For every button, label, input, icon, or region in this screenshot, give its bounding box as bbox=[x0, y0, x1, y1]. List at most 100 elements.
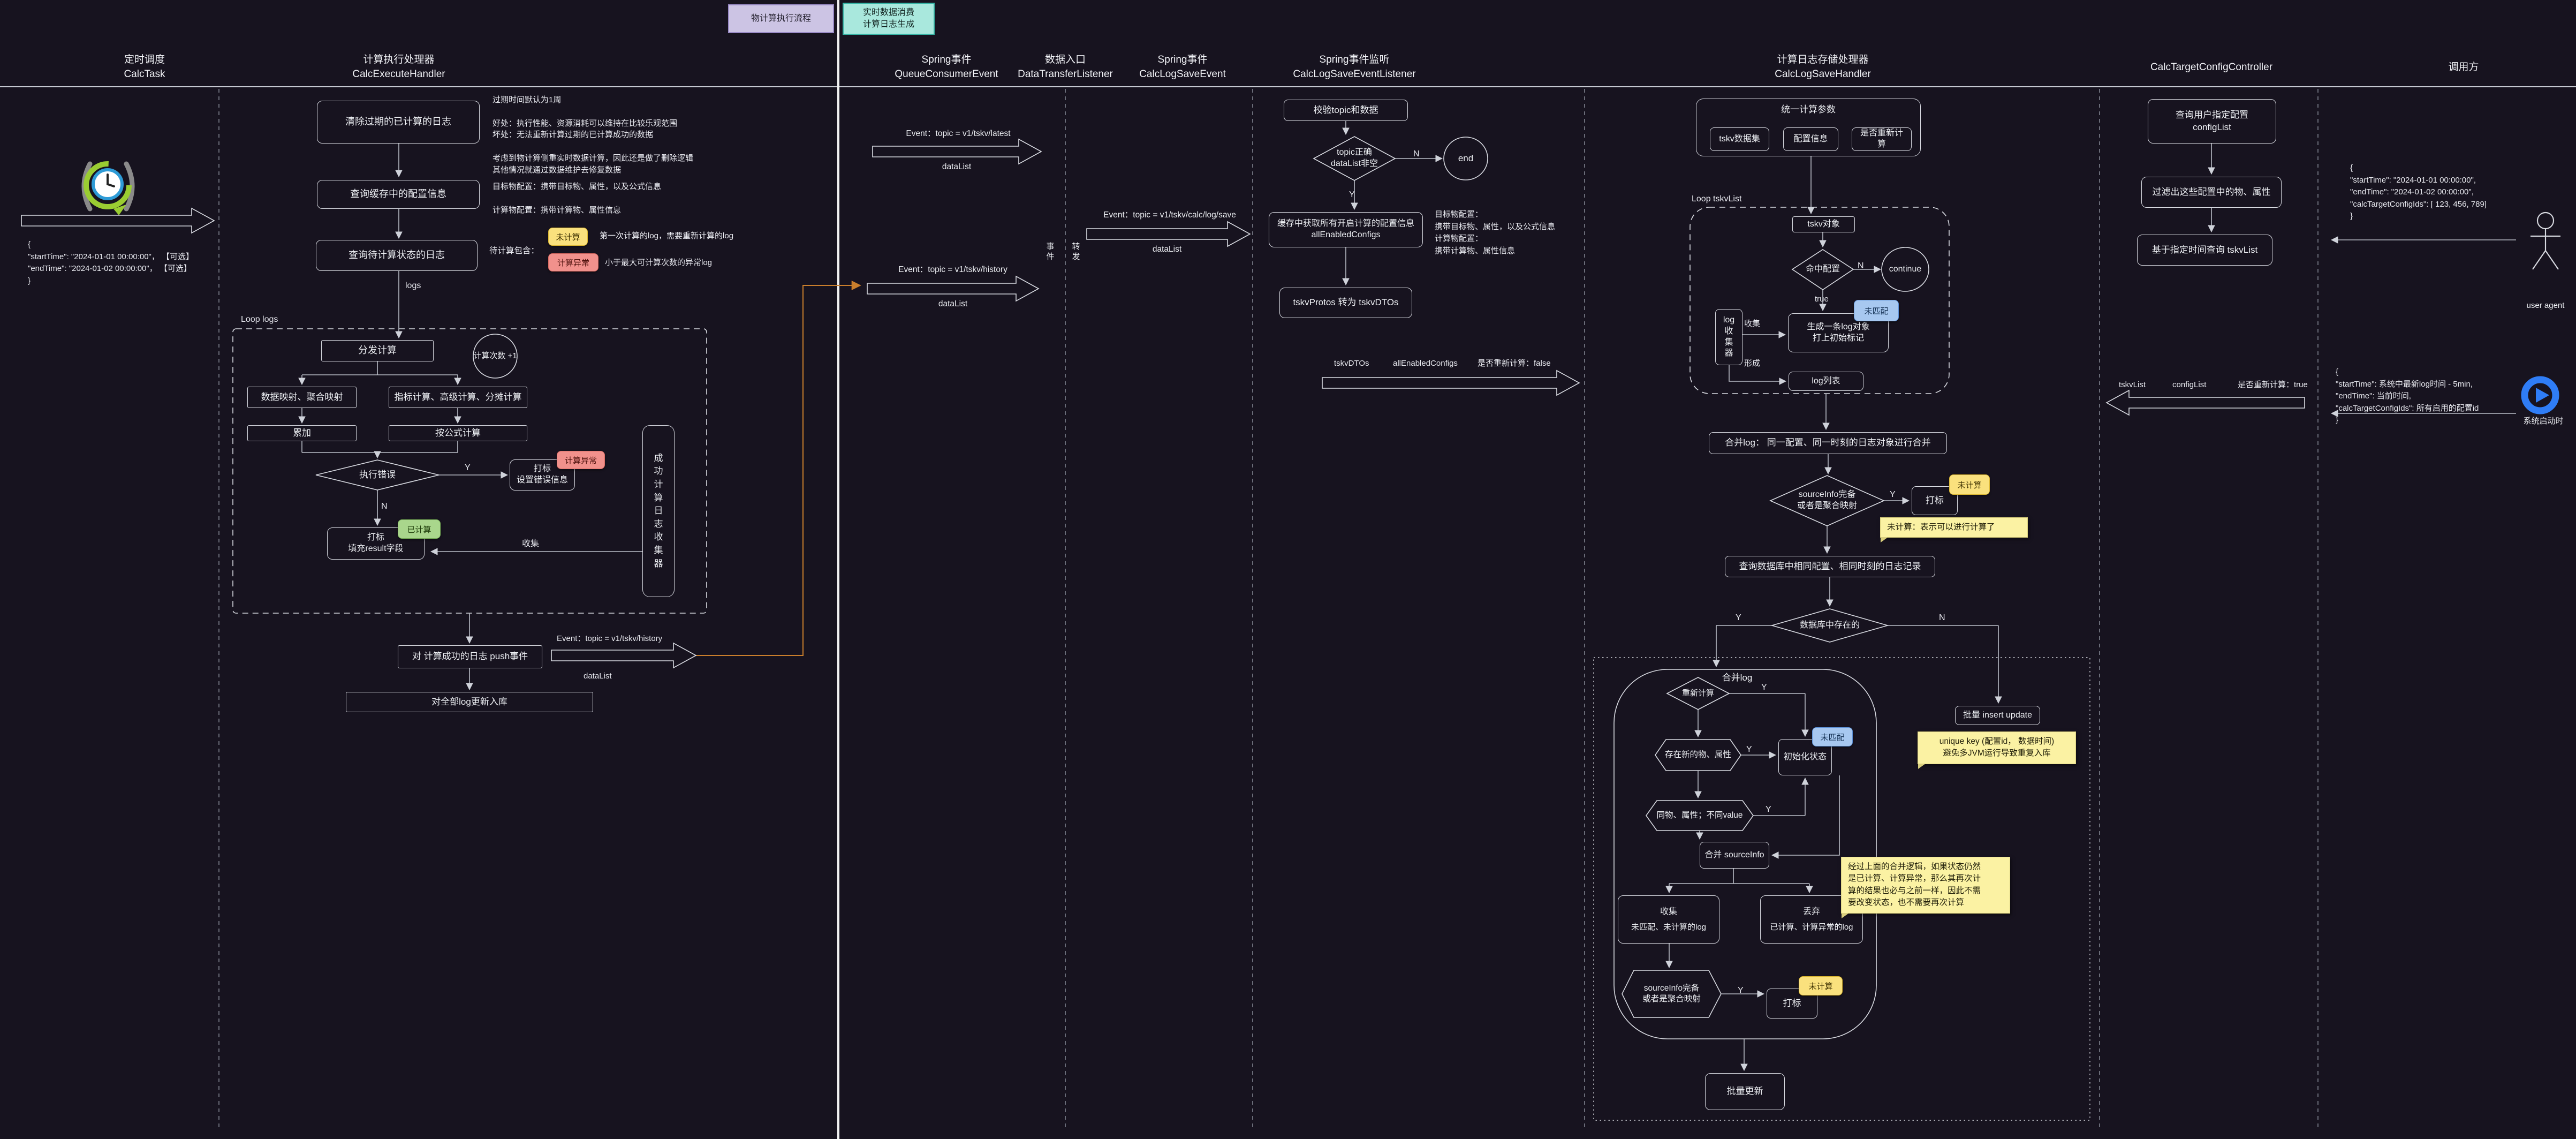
label-yes: Y bbox=[1738, 984, 1744, 997]
task-request-json: { "startTime": "2024-01-01 00:00:00"， 【可… bbox=[28, 239, 194, 287]
node-dispatch-calc: 分发计算 bbox=[321, 340, 434, 361]
label-yes: Y bbox=[1746, 743, 1752, 756]
lane-header-caller: 调用方 bbox=[2383, 60, 2544, 74]
node-convert-dtos: tskvProtos 转为 tskvDTOs bbox=[1279, 288, 1412, 318]
label-no: N bbox=[1939, 612, 1945, 624]
lane-subtitle: CalcLogSaveHandler bbox=[1742, 67, 1903, 81]
node-query-db-logs: 查询数据库中相同配置、相同时刻的日志记录 bbox=[1725, 556, 1935, 577]
node-log-list: log列表 bbox=[1789, 372, 1863, 391]
legend-item-execute-flow: 物计算执行流程 bbox=[728, 4, 834, 33]
note-config-content: 目标物配置：携带目标物、属性，以及公式信息 计算物配置：携带计算物、属性信息 bbox=[493, 181, 749, 216]
lane-title: Spring事件监听 bbox=[1274, 52, 1435, 67]
connector-layer bbox=[0, 0, 2576, 1139]
note-expire-policy: 过期时间默认为1周 好处：执行性能、资源消耗可以维持在比较乐观范围 坏处：无法重… bbox=[493, 94, 749, 176]
chip-recalc-flag: 是否重新计算 bbox=[1852, 127, 1912, 151]
discard-title: 丢弃 bbox=[1803, 907, 1820, 918]
node-batch-insert-update: 批量 insert update bbox=[1955, 706, 2040, 725]
clock-icon bbox=[84, 164, 132, 215]
label-yes: Y bbox=[1349, 188, 1355, 201]
label-form: 形成 bbox=[1744, 358, 1760, 369]
lane-header-calclogsaveeventlistener: Spring事件监听 CalcLogSaveEventListener bbox=[1274, 52, 1435, 81]
label-collect: 收集 bbox=[522, 538, 539, 550]
node-batch-update: 批量更新 bbox=[1705, 1073, 1785, 1110]
status-badge-not-calculated: 未计算 bbox=[1949, 474, 1990, 495]
node-clear-expired-logs: 清除过期的已计算的日志 bbox=[317, 101, 480, 144]
lane-subtitle: CalcTask bbox=[64, 67, 225, 81]
node-filter-config: 过滤出这些配置中的物、属性 bbox=[2141, 177, 2282, 208]
status-badge-calc-error: 计算异常 bbox=[548, 253, 598, 271]
lane-title: 调用方 bbox=[2383, 60, 2544, 74]
event-forward-connector bbox=[696, 285, 860, 655]
node-merge-log: 合并log： 同一配置、同一时刻的日志对象进行合并 bbox=[1709, 432, 1947, 454]
lane-header-calcexecutehandler: 计算执行处理器 CalcExecuteHandler bbox=[319, 52, 479, 81]
status-badge-calculated: 已计算 bbox=[398, 519, 441, 539]
lane-subtitle: CalcLogSaveEventListener bbox=[1274, 67, 1435, 81]
sticky-note-notcalc: 未计算：表示可以进行计算了 bbox=[1880, 517, 2028, 538]
label-yes: Y bbox=[1766, 803, 1771, 816]
lane-title: Spring事件 bbox=[1102, 52, 1263, 67]
system-start-icon bbox=[2525, 380, 2556, 411]
label-event-history: Event：topic = v1/tskv/history bbox=[557, 633, 662, 645]
user-agent-icon bbox=[2530, 213, 2560, 269]
node-query-by-time: 基于指定时间查询 tskvList bbox=[2137, 235, 2272, 266]
node-update-all-logs: 对全部log更新入库 bbox=[346, 692, 593, 712]
status-badge-calc-error: 计算异常 bbox=[557, 451, 605, 469]
label-yes: Y bbox=[465, 462, 471, 474]
label-ret-configlist: configList bbox=[2172, 379, 2206, 391]
label-ret-recalc-true: 是否重新计算：true bbox=[2238, 379, 2308, 391]
lane-subtitle: CalcExecuteHandler bbox=[319, 67, 479, 81]
label-no: N bbox=[381, 500, 388, 512]
lane-header-calclogsaveevent: Spring事件 CalcLogSaveEvent bbox=[1102, 52, 1263, 81]
label-pass-recalc-false: 是否重新计算：false bbox=[1478, 358, 1551, 369]
label-pass-configs: allEnabledConfigs bbox=[1393, 358, 1458, 369]
note-not-calculated: 第一次计算的log，需要重新计算的log bbox=[600, 230, 733, 242]
caller-request-json: { "startTime": "2024-01-01 00:00:00", "e… bbox=[2350, 162, 2487, 223]
node-data-mapping: 数据映射、聚合映射 bbox=[247, 387, 357, 408]
node-log-collector: log收集器 bbox=[1715, 309, 1742, 365]
label-ret-tskvlist: tskvList bbox=[2119, 379, 2146, 391]
label-yes: Y bbox=[1761, 681, 1767, 693]
lane-header-calctargetconfigcontroller: CalcTargetConfigController bbox=[2120, 60, 2302, 74]
section-divider bbox=[837, 0, 839, 1139]
discard-subtitle: 已计算、计算异常的log bbox=[1770, 922, 1853, 933]
caller-system-json: { "startTime": 系统中最新log时间 - 5min, "endTi… bbox=[2336, 366, 2479, 427]
label-true: true bbox=[1815, 293, 1829, 305]
sticky-note-unique-key: unique key (配置id， 数据时间) 避免多JVM运行导致重复入库 bbox=[1918, 731, 2076, 764]
status-badge-unmatched: 未匹配 bbox=[1854, 300, 1899, 321]
node-tskv-object: tskv对象 bbox=[1792, 216, 1855, 232]
lane-title: 计算执行处理器 bbox=[319, 52, 479, 67]
sticky-note-merge-logic: 经过上面的合并逻辑，如果状态仍然 是已计算、计算异常，那么其再次计 算的结果也必… bbox=[1841, 857, 2010, 914]
label-collect: 收集 bbox=[1744, 318, 1760, 330]
status-badge-not-calculated: 未计算 bbox=[548, 228, 588, 246]
lane-title: CalcTargetConfigController bbox=[2120, 60, 2302, 74]
lane-header-calctask: 定时调度 CalcTask bbox=[64, 52, 225, 81]
label-no: N bbox=[1858, 260, 1864, 272]
sequence-flow-diagram: 物计算执行流程 实时数据消费 计算日志生成 定时调度 CalcTask 计算执行… bbox=[0, 0, 2576, 1139]
node-collect-box: 收集 未匹配、未计算的log bbox=[1618, 895, 1719, 944]
node-accumulate: 累加 bbox=[247, 425, 357, 441]
node-push-success-logs: 对 计算成功的日志 push事件 bbox=[398, 645, 542, 668]
node-formula-calc: 按公式计算 bbox=[389, 425, 527, 441]
lane-title: 定时调度 bbox=[64, 52, 225, 67]
label-yes: Y bbox=[1736, 612, 1741, 624]
status-badge-not-calculated: 未计算 bbox=[1799, 976, 1843, 995]
label-pending-contains: 待计算包含： bbox=[489, 245, 539, 257]
label-logs: logs bbox=[405, 280, 421, 292]
node-indicator-calc: 指标计算、高级计算、分摊计算 bbox=[389, 387, 527, 408]
note-config-detail: 目标物配置： 携带目标物、属性，以及公式信息 计算物配置： 携带计算物、属性信息 bbox=[1435, 209, 1555, 257]
node-get-enabled-configs: 缓存中获取所有开启计算的配置信息 allEnabledConfigs bbox=[1269, 212, 1423, 247]
node-merge-sourceinfo: 合并 sourceInfo bbox=[1700, 842, 1769, 869]
collect-subtitle: 未匹配、未计算的log bbox=[1631, 922, 1706, 933]
decision-diamonds bbox=[316, 137, 1888, 710]
label-loop-logs: Loop logs bbox=[241, 313, 278, 326]
message-arrows bbox=[21, 139, 2305, 668]
lane-subtitle: CalcLogSaveEvent bbox=[1102, 67, 1263, 81]
label-no: N bbox=[1413, 148, 1420, 160]
label-yes: Y bbox=[1890, 488, 1896, 501]
node-query-user-config: 查询用户指定配置 configList bbox=[2148, 99, 2276, 144]
chip-config-info: 配置信息 bbox=[1783, 127, 1838, 151]
lane-header-calclogsavehandler: 计算日志存储处理器 CalcLogSaveHandler bbox=[1742, 52, 1903, 81]
label-loop-tskvlist: Loop tskvList bbox=[1692, 193, 1741, 205]
node-validate-topic: 校验topic和数据 bbox=[1284, 100, 1408, 121]
node-query-pending-logs: 查询待计算状态的日志 bbox=[316, 240, 478, 271]
